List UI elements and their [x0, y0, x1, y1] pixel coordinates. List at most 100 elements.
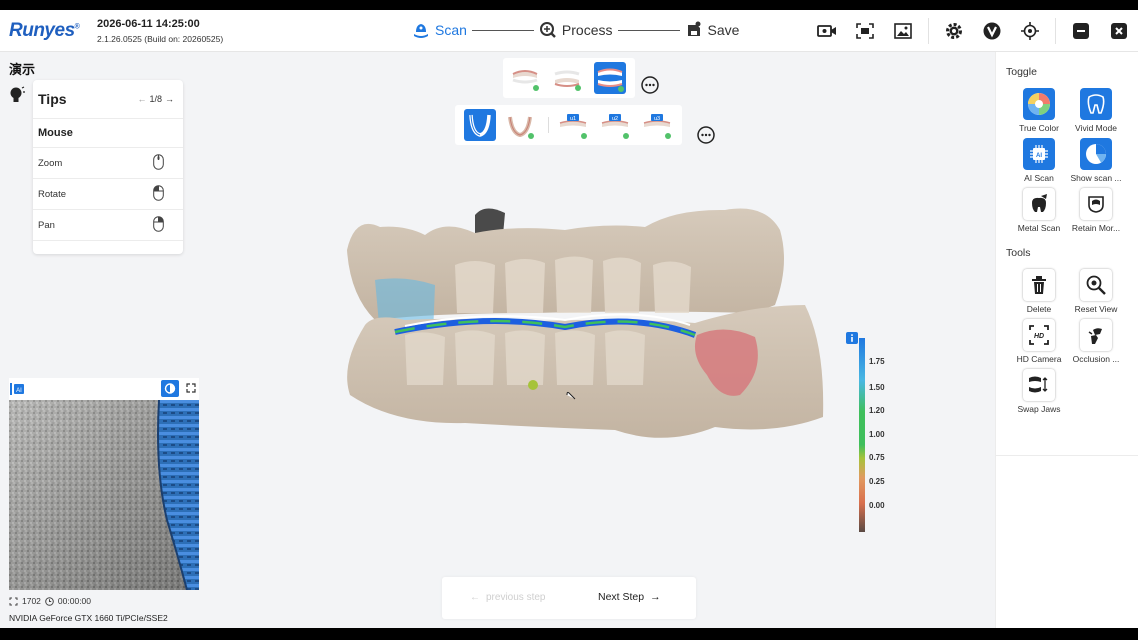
toggle-vivid-mode[interactable]: Vivid Mode: [1067, 88, 1125, 133]
upper-jaw-icon: [512, 70, 539, 91]
app-window: Runyes® 2026-06-11 14:25:00 2.1.26.0525 …: [0, 10, 1138, 628]
gpu-info: NVIDIA GeForce GTX 1660 Ti/PCIe/SSE2: [9, 613, 168, 623]
divider: [996, 455, 1138, 456]
mouse-right-icon: [153, 216, 164, 232]
next-tip-icon[interactable]: →: [165, 94, 174, 104]
previous-step-button[interactable]: ← previous step: [470, 592, 545, 603]
tool-occlusion[interactable]: Occlusion ...: [1067, 319, 1125, 364]
divider: [33, 118, 183, 119]
tool-hd-camera[interactable]: HD HD Camera: [1010, 319, 1068, 364]
step-u2-icon: u2: [601, 114, 629, 139]
next-step-button[interactable]: Next Step →: [598, 591, 661, 603]
swap-jaws-icon: [1023, 369, 1055, 401]
svg-text:AI: AI: [16, 388, 22, 394]
step-scan[interactable]: Scan: [412, 21, 467, 39]
clock-icon: [45, 596, 54, 606]
partial-arch-button[interactable]: [504, 109, 536, 141]
prev-tip-icon[interactable]: ←: [137, 94, 146, 104]
step-u3-button[interactable]: u3: [641, 109, 673, 141]
process-icon: [539, 22, 556, 38]
step-connector: [471, 29, 534, 31]
lower-jaw-icon: [554, 70, 581, 91]
step-u1-button[interactable]: u1: [557, 109, 589, 141]
scan-mode-toolbar: u1 u2 u3: [455, 105, 682, 145]
more-options-icon[interactable]: [641, 76, 659, 99]
tools-section-title: Tools: [1006, 247, 1031, 259]
frame-count: 1702: [22, 596, 41, 606]
metal-scan-icon: [1023, 188, 1055, 220]
step-navigation: ← previous step Next Step →: [442, 577, 696, 619]
brand-logo: Runyes®: [9, 20, 80, 41]
step-process[interactable]: Process: [539, 21, 613, 39]
vivid-mode-icon: [1080, 88, 1112, 120]
legend-color-bar: [859, 338, 865, 532]
camera-stats: 1702 00:00:00: [9, 596, 91, 606]
legend-value: 1.20: [869, 406, 885, 415]
tool-swap-jaws[interactable]: Swap Jaws: [1010, 369, 1068, 414]
tips-pager: ← 1/8 →: [137, 94, 174, 104]
toggle-show-scan[interactable]: Show scan ...: [1067, 138, 1125, 183]
legend-value: 0.00: [869, 501, 885, 510]
tool-reset-view[interactable]: Reset View: [1067, 269, 1125, 314]
svg-text:HD: HD: [1034, 333, 1044, 340]
step-connector: [617, 29, 680, 31]
svg-text:u1: u1: [570, 116, 576, 122]
step-save[interactable]: Save: [685, 21, 739, 39]
svg-text:u2: u2: [612, 116, 618, 122]
right-sidebar: Toggle True Color Vivid Mode AI AI Scan …: [995, 52, 1138, 628]
trash-icon: [1023, 269, 1055, 301]
workflow-steps: Scan Process Save: [412, 18, 739, 42]
both-jaws-button[interactable]: [594, 62, 626, 94]
legend-value: 0.75: [869, 453, 885, 462]
legend-value: 1.75: [869, 357, 885, 366]
retain-icon: [1080, 188, 1112, 220]
step-u1-icon: u1: [559, 114, 587, 139]
ai-scan-icon: AI: [1023, 138, 1055, 170]
mouse-left-icon: [153, 185, 164, 201]
frame-icon: [9, 597, 18, 605]
lower-jaw-button[interactable]: [551, 62, 583, 94]
camera-feed: [9, 400, 199, 590]
3d-scan-viewport[interactable]: [335, 185, 835, 450]
jaw-selector-toolbar: [503, 58, 635, 98]
header-bar: Runyes® 2026-06-11 14:25:00 2.1.26.0525 …: [0, 10, 1138, 52]
screenshot-icon[interactable]: [846, 16, 884, 46]
toggle-true-color[interactable]: True Color: [1010, 88, 1068, 133]
v-brand-icon[interactable]: [973, 16, 1011, 46]
demo-label: 演示: [9, 62, 36, 77]
more-modes-icon[interactable]: [697, 126, 715, 149]
toggle-ai-scan[interactable]: AI AI Scan: [1010, 138, 1068, 183]
info-icon[interactable]: [846, 332, 858, 344]
video-record-icon[interactable]: [808, 16, 846, 46]
legend-value: 0.25: [869, 477, 885, 486]
camera-mode-icon[interactable]: [161, 380, 179, 397]
both-jaws-icon: [597, 68, 624, 92]
show-scan-icon: [1080, 138, 1112, 170]
save-icon: [687, 21, 700, 36]
lightbulb-icon[interactable]: [9, 86, 25, 109]
toggle-metal-scan[interactable]: Metal Scan: [1010, 188, 1068, 233]
expand-icon[interactable]: [186, 383, 196, 393]
full-arch-button[interactable]: [464, 109, 496, 141]
svg-text:u3: u3: [654, 116, 660, 122]
toggle-retain[interactable]: Retain Mor...: [1067, 188, 1125, 233]
tool-delete[interactable]: Delete: [1010, 269, 1068, 314]
arrow-left-icon: ←: [470, 592, 480, 603]
gallery-icon[interactable]: [884, 16, 922, 46]
close-icon[interactable]: [1100, 16, 1138, 46]
scan-icon: [414, 24, 428, 38]
upper-jaw-button[interactable]: [509, 62, 541, 94]
tips-page: 1/8: [149, 94, 162, 104]
tips-title: Tips: [38, 91, 67, 107]
step-u3-icon: u3: [643, 114, 671, 139]
target-icon[interactable]: [1011, 16, 1049, 46]
divider: [928, 18, 929, 44]
minimize-icon[interactable]: [1062, 16, 1100, 46]
header-actions: [808, 16, 1138, 46]
svg-text:AI: AI: [1036, 153, 1042, 159]
legend-value: 1.50: [869, 383, 885, 392]
ai-chip-icon[interactable]: AI: [10, 381, 26, 397]
camera-preview-panel: AI: [9, 378, 199, 590]
settings-icon[interactable]: [935, 16, 973, 46]
step-u2-button[interactable]: u2: [599, 109, 631, 141]
